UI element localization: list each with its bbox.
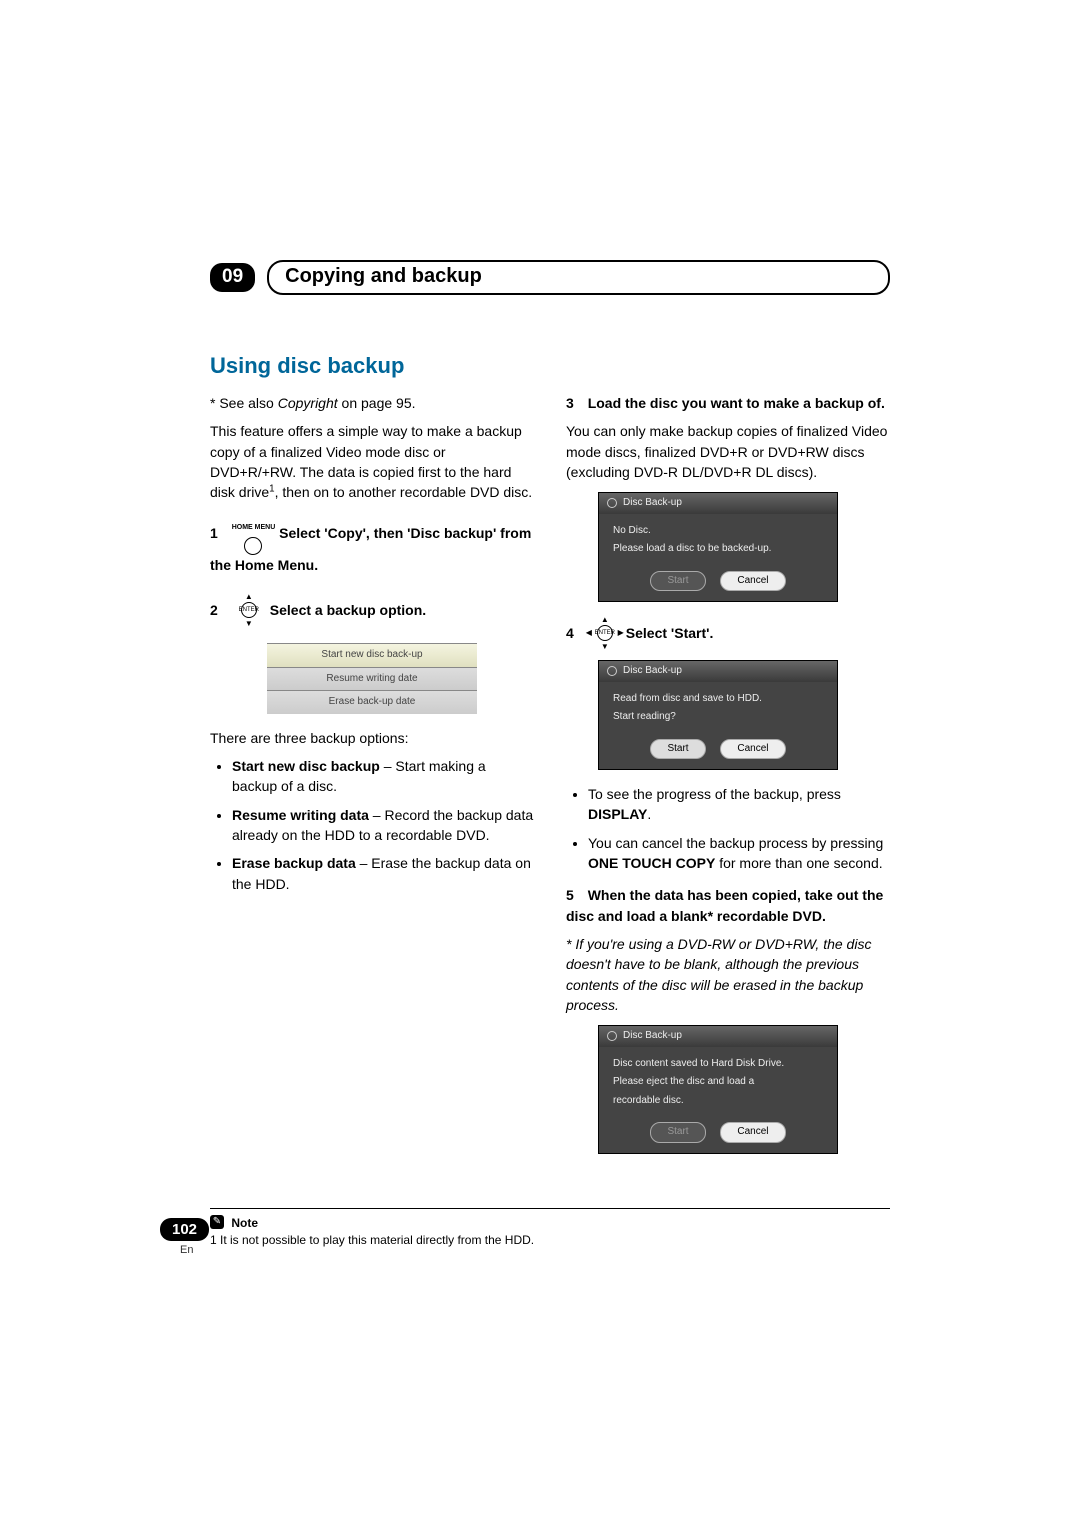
see-also-line: * See also Copyright on page 95. (210, 393, 534, 413)
list-item: Erase backup data – Erase the backup dat… (232, 853, 534, 894)
dialog-line: No Disc. (613, 524, 823, 539)
copyright-ref: Copyright (278, 395, 338, 411)
menu-item-erase: Erase back-up date (267, 690, 477, 714)
list-item: Resume writing data – Record the backup … (232, 805, 534, 846)
dialog-no-disc: Disc Back-up No Disc. Please load a disc… (598, 492, 838, 602)
enter-button-icon: ENTER (597, 625, 613, 641)
cancel-button: Cancel (720, 571, 785, 592)
step-number: 3 (566, 395, 574, 411)
chapter-number-badge: 09 (210, 263, 255, 292)
text: You can cancel the backup process by pre… (588, 835, 883, 851)
step-number: 1 (210, 525, 218, 541)
left-column: * See also Copyright on page 95. This fe… (210, 393, 534, 1168)
dialog-start-reading: Disc Back-up Read from disc and save to … (598, 660, 838, 770)
step-3: 3 Load the disc you want to make a backu… (566, 393, 890, 413)
note-label: Note (231, 1215, 258, 1229)
option-name: Erase backup data (232, 855, 356, 871)
intro-paragraph: This feature offers a simple way to make… (210, 421, 534, 502)
display-key: DISPLAY (588, 806, 647, 822)
step-5-footnote: * If you're using a DVD-RW or DVD+RW, th… (566, 934, 890, 1015)
text: , then on to another recordable DVD disc… (275, 484, 533, 500)
enter-dpad-icon: ▲▼ ENTER (232, 593, 266, 627)
text: on page 95. (338, 395, 416, 411)
option-name: Start new disc backup (232, 758, 380, 774)
menu-item-start-new: Start new disc back-up (267, 643, 477, 667)
cancel-button: Cancel (720, 1122, 785, 1143)
enter-dpad-icon: ▲▼ ◀▶ ENTER (588, 616, 622, 650)
step-number: 4 (566, 623, 574, 643)
dialog-line: Read from disc and save to HDD. (613, 692, 823, 707)
chapter-title: Copying and backup (267, 260, 890, 295)
option-name: Resume writing data (232, 807, 369, 823)
dialog-saved: Disc Back-up Disc content saved to Hard … (598, 1025, 838, 1154)
home-menu-button-icon (244, 537, 262, 555)
text: . (647, 806, 651, 822)
section-heading: Using disc backup (210, 353, 890, 379)
page-language: En (180, 1244, 193, 1256)
step-1: 1 HOME MENU Select 'Copy', then 'Disc ba… (210, 514, 534, 575)
notes-list: To see the progress of the backup, press… (566, 784, 890, 873)
note-icon: ✎ (210, 1215, 224, 1229)
step-2: 2 ▲▼ ENTER Select a backup option. (210, 593, 534, 627)
step-3-text: Load the disc you want to make a backup … (588, 395, 885, 411)
one-touch-copy-key: ONE TOUCH COPY (588, 855, 715, 871)
disc-icon (607, 498, 617, 508)
dialog-line: Start reading? (613, 710, 823, 725)
step-5: 5 When the data has been copied, take ou… (566, 885, 890, 926)
dialog-title: Disc Back-up (623, 496, 682, 511)
backup-options-menu: Start new disc back-up Resume writing da… (267, 643, 477, 714)
list-item: Start new disc backup – Start making a b… (232, 756, 534, 797)
footnote-text: 1 It is not possible to play this materi… (210, 1233, 890, 1247)
dialog-line: recordable disc. (613, 1094, 823, 1109)
step-number: 5 (566, 887, 574, 903)
dialog-line: Please load a disc to be backed-up. (613, 542, 823, 557)
dialog-title: Disc Back-up (623, 664, 682, 679)
list-item: To see the progress of the backup, press… (588, 784, 890, 825)
start-button: Start (650, 571, 705, 592)
step-2-text: Select a backup option. (270, 600, 426, 620)
options-list: Start new disc backup – Start making a b… (210, 756, 534, 894)
disc-icon (607, 666, 617, 676)
cancel-button: Cancel (720, 739, 785, 760)
text: for more than one second. (715, 855, 882, 871)
step-4-text: Select 'Start'. (626, 623, 714, 643)
enter-button-icon: ENTER (241, 602, 257, 618)
home-menu-label: HOME MENU (232, 523, 276, 533)
dialog-line: Please eject the disc and load a (613, 1075, 823, 1090)
step-3-body: You can only make backup copies of final… (566, 421, 890, 482)
dialog-line: Disc content saved to Hard Disk Drive. (613, 1057, 823, 1072)
text: To see the progress of the backup, press (588, 786, 841, 802)
right-column: 3 Load the disc you want to make a backu… (566, 393, 890, 1168)
footnotes: ✎ Note 1 It is not possible to play this… (210, 1208, 890, 1248)
page-number-badge: 102 (160, 1218, 209, 1241)
chapter-header: 09 Copying and backup (210, 260, 890, 295)
start-button: Start (650, 739, 705, 760)
step-number: 2 (210, 600, 218, 620)
menu-item-resume: Resume writing date (267, 667, 477, 691)
dialog-title: Disc Back-up (623, 1029, 682, 1044)
step-5-text: When the data has been copied, take out … (566, 887, 883, 923)
text: * See also (210, 395, 278, 411)
list-item: You can cancel the backup process by pre… (588, 833, 890, 874)
disc-icon (607, 1031, 617, 1041)
step-4: 4 ▲▼ ◀▶ ENTER Select 'Start'. (566, 616, 890, 650)
start-button: Start (650, 1122, 705, 1143)
options-intro: There are three backup options: (210, 728, 534, 748)
